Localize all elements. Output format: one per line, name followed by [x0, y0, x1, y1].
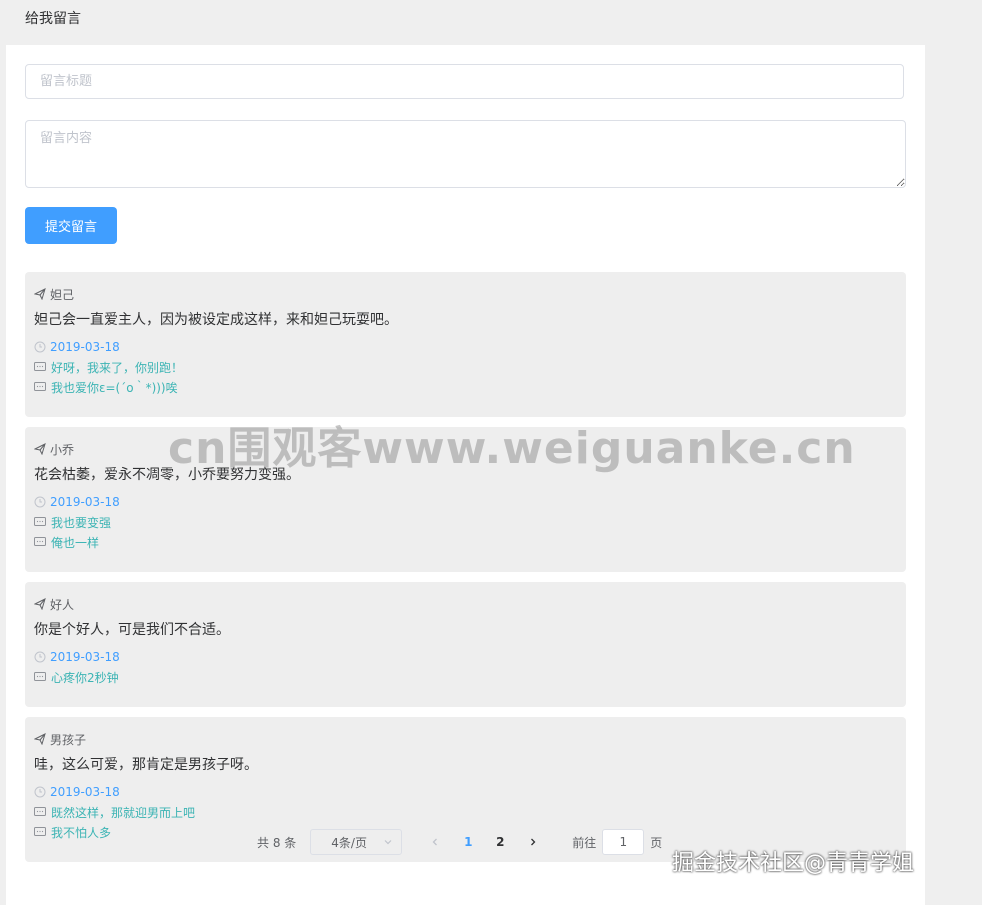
send-icon	[34, 733, 46, 745]
next-page-button[interactable]	[520, 829, 546, 855]
reply-item: 好呀，我来了，你别跑！	[34, 360, 897, 375]
reply-text: 我不怕人多	[51, 826, 112, 840]
page-title: 给我留言	[25, 11, 81, 27]
reply-item: 俺也一样	[34, 535, 897, 550]
comment-icon	[34, 672, 46, 681]
pagination: 共 8 条 4条/页 1 2 前往 页	[257, 829, 662, 855]
message-date-text: 2019-03-18	[50, 495, 120, 509]
message-author: 妲己	[34, 286, 897, 302]
message-date-text: 2019-03-18	[50, 340, 120, 354]
message-author: 男孩子	[34, 731, 897, 747]
reply-item: 心疼你2秒钟	[34, 670, 897, 685]
message-text: 哇，这么可爱，那肯定是男孩子呀。	[34, 757, 258, 773]
message-date-text: 2019-03-18	[50, 650, 120, 664]
message-author-name: 妲己	[50, 287, 75, 302]
page-size-select[interactable]: 4条/页	[310, 829, 403, 855]
message-date: 2019-03-18	[34, 784, 897, 800]
message-date: 2019-03-18	[34, 494, 897, 510]
message-author-name: 男孩子	[50, 732, 87, 747]
goto-label: 前往	[572, 835, 597, 850]
page-1-button[interactable]: 1	[455, 829, 481, 855]
reply-item: 我也要变强	[34, 515, 897, 530]
message-list: 妲己 妲己会一直爱主人，因为被设定成这样，来和妲己玩耍吧。 2019-03-18…	[25, 272, 906, 872]
reply-item: 我也爱你ε=(´ο｀*)))唉	[34, 380, 897, 395]
clock-icon	[34, 341, 46, 353]
pagination-total: 共 8 条	[257, 835, 297, 850]
message-author-name: 好人	[50, 597, 75, 612]
prev-page-button[interactable]	[422, 829, 448, 855]
reply-text: 我也要变强	[51, 516, 112, 530]
clock-icon	[34, 786, 46, 798]
comment-icon	[34, 382, 46, 391]
message-text: 你是个好人，可是我们不合适。	[34, 622, 230, 638]
reply-text: 我也爱你ε=(´ο｀*)))唉	[51, 381, 178, 395]
chevron-down-icon	[384, 840, 392, 845]
send-icon	[34, 443, 46, 455]
message-title-input[interactable]	[25, 64, 904, 99]
clock-icon	[34, 651, 46, 663]
message-text: 妲己会一直爱主人，因为被设定成这样，来和妲己玩耍吧。	[34, 312, 398, 328]
comment-icon	[34, 362, 46, 371]
send-icon	[34, 598, 46, 610]
comment-icon	[34, 517, 46, 526]
page-2-button[interactable]: 2	[487, 829, 513, 855]
message-item: 小乔 花会枯萎，爱永不凋零，小乔要努力变强。 2019-03-18 我也要变强 …	[25, 427, 906, 572]
message-board-card: 提交留言 妲己 妲己会一直爱主人，因为被设定成这样，来和妲己玩耍吧。 2019-…	[6, 45, 925, 905]
message-date-text: 2019-03-18	[50, 785, 120, 799]
reply-text: 心疼你2秒钟	[51, 671, 119, 685]
submit-message-button[interactable]: 提交留言	[25, 207, 117, 244]
reply-text: 俺也一样	[51, 536, 100, 550]
message-author-name: 小乔	[50, 442, 75, 457]
chevron-left-icon	[432, 838, 438, 846]
message-item: 妲己 妲己会一直爱主人，因为被设定成这样，来和妲己玩耍吧。 2019-03-18…	[25, 272, 906, 417]
chevron-right-icon	[531, 838, 536, 846]
message-author: 小乔	[34, 441, 897, 457]
message-date: 2019-03-18	[34, 649, 897, 665]
message-item: 好人 你是个好人，可是我们不合适。 2019-03-18 心疼你2秒钟	[25, 582, 906, 707]
comment-icon	[34, 807, 46, 816]
reply-text: 好呀，我来了，你别跑！	[51, 361, 184, 375]
comment-icon	[34, 537, 46, 546]
reply-item: 既然这样，那就迎男而上吧	[34, 805, 897, 820]
message-text: 花会枯萎，爱永不凋零，小乔要努力变强。	[34, 467, 300, 483]
message-author: 好人	[34, 596, 897, 612]
message-content-textarea[interactable]	[25, 120, 906, 188]
send-icon	[34, 288, 46, 300]
clock-icon	[34, 496, 46, 508]
message-date: 2019-03-18	[34, 339, 897, 355]
page-suffix: 页	[650, 835, 663, 850]
comment-icon	[34, 827, 46, 836]
reply-text: 既然这样，那就迎男而上吧	[51, 806, 196, 820]
page-size-value: 4条/页	[331, 835, 367, 850]
goto-page-input[interactable]	[602, 829, 645, 855]
